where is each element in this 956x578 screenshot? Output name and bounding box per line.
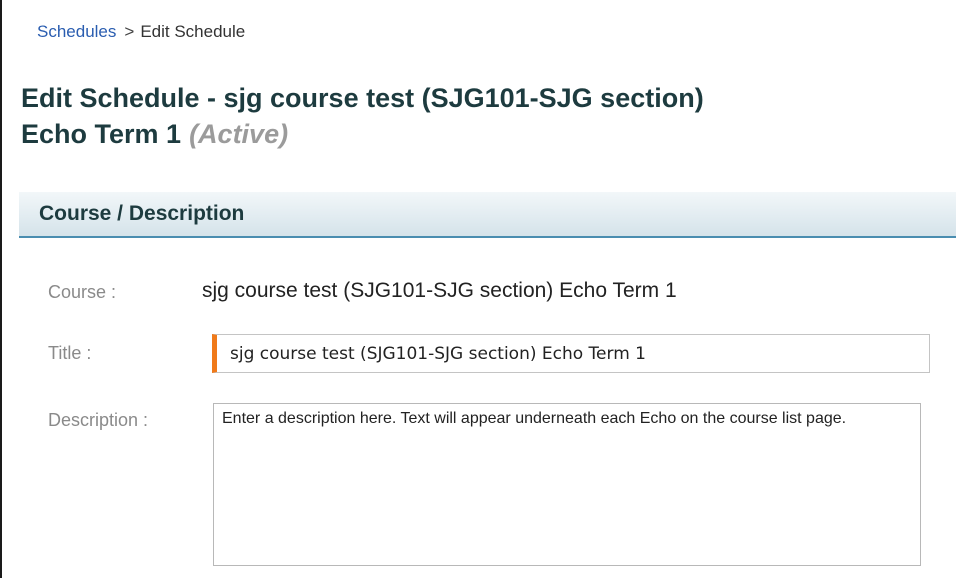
status-badge: (Active)	[189, 119, 289, 149]
section-title: Course / Description	[39, 202, 245, 225]
course-label: Course :	[48, 282, 117, 302]
page-title-line2: Echo Term 1 (Active)	[21, 116, 704, 152]
page-title: Edit Schedule - sjg course test (SJG101-…	[21, 80, 704, 152]
title-input[interactable]	[212, 334, 930, 373]
description-textarea[interactable]: Enter a description here. Text will appe…	[213, 403, 921, 566]
breadcrumb-schedules-link[interactable]: Schedules	[37, 22, 116, 41]
breadcrumb-current: Edit Schedule	[140, 22, 246, 41]
breadcrumb: Schedules > Edit Schedule	[37, 22, 245, 42]
page-title-line1: Edit Schedule - sjg course test (SJG101-…	[21, 83, 704, 113]
title-label: Title :	[48, 343, 92, 363]
breadcrumb-separator: >	[124, 22, 135, 41]
description-label: Description :	[48, 410, 149, 430]
course-description-section-header: Course / Description	[19, 192, 956, 238]
page-frame: Schedules > Edit Schedule Edit Schedule - …	[0, 0, 956, 578]
course-value: sjg course test (SJG101-SJG section) Ech…	[202, 279, 677, 302]
term-name: Echo Term 1	[21, 119, 182, 149]
